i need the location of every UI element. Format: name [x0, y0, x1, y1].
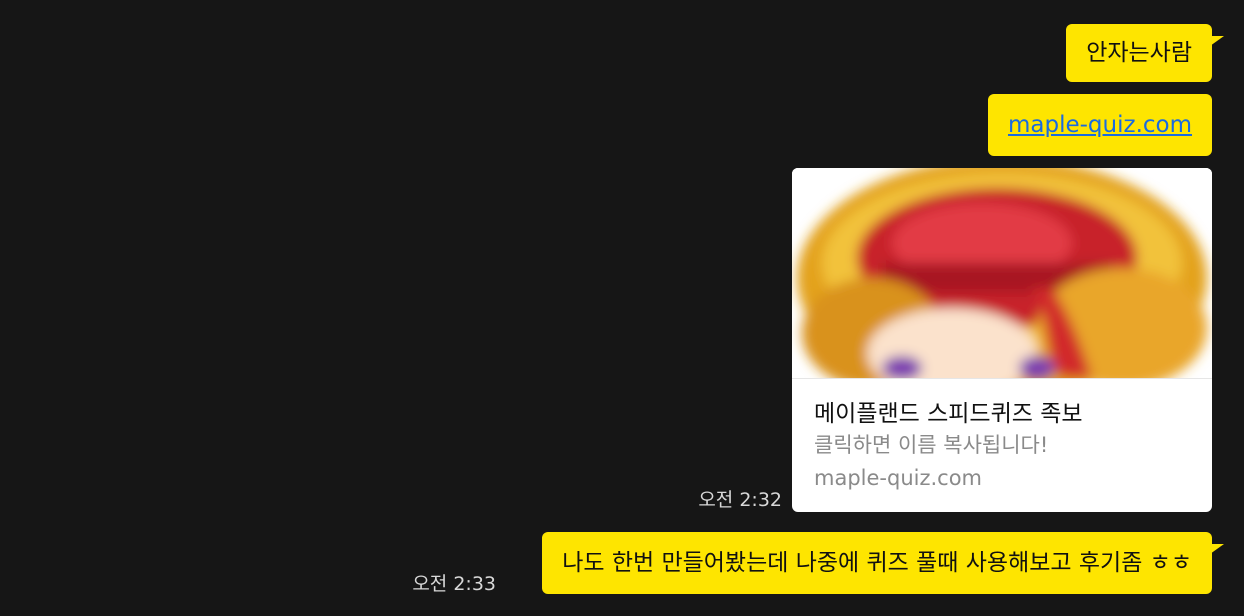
card-title: 메이플랜드 스피드퀴즈 족보 — [814, 401, 1083, 427]
message-bubble[interactable]: 나도 한번 만들어봤는데 나중에 퀴즈 풀때 사용해보고 후기좀 ㅎㅎ — [542, 532, 1224, 594]
link-preview-card[interactable]: 메이플랜드 스피드퀴즈 족보 클릭하면 이름 복사됩니다! maple-quiz… — [792, 168, 1212, 512]
message-timestamp: 오전 2:33 — [412, 573, 496, 595]
message-text: 안자는사람 — [1086, 40, 1192, 66]
link-message-bubble[interactable]: maple-quiz.com — [987, 94, 1212, 156]
message-bubble[interactable]: 안자는사람 — [1066, 24, 1224, 82]
link-text[interactable]: maple-quiz.com — [1008, 112, 1192, 138]
chat-window: 안자는사람 maple-quiz.com 메이플랜드 스피드퀴즈 족보 클릭하면… — [0, 0, 1244, 616]
message-text: 나도 한번 만들어봤는데 나중에 퀴즈 풀때 사용해보고 후기좀 ㅎㅎ — [562, 550, 1192, 576]
card-description: 클릭하면 이름 복사됩니다! — [814, 433, 1049, 457]
card-domain: maple-quiz.com — [814, 466, 983, 490]
character-thumbnail-icon — [792, 168, 1212, 379]
message-timestamp: 오전 2:32 — [698, 489, 782, 511]
